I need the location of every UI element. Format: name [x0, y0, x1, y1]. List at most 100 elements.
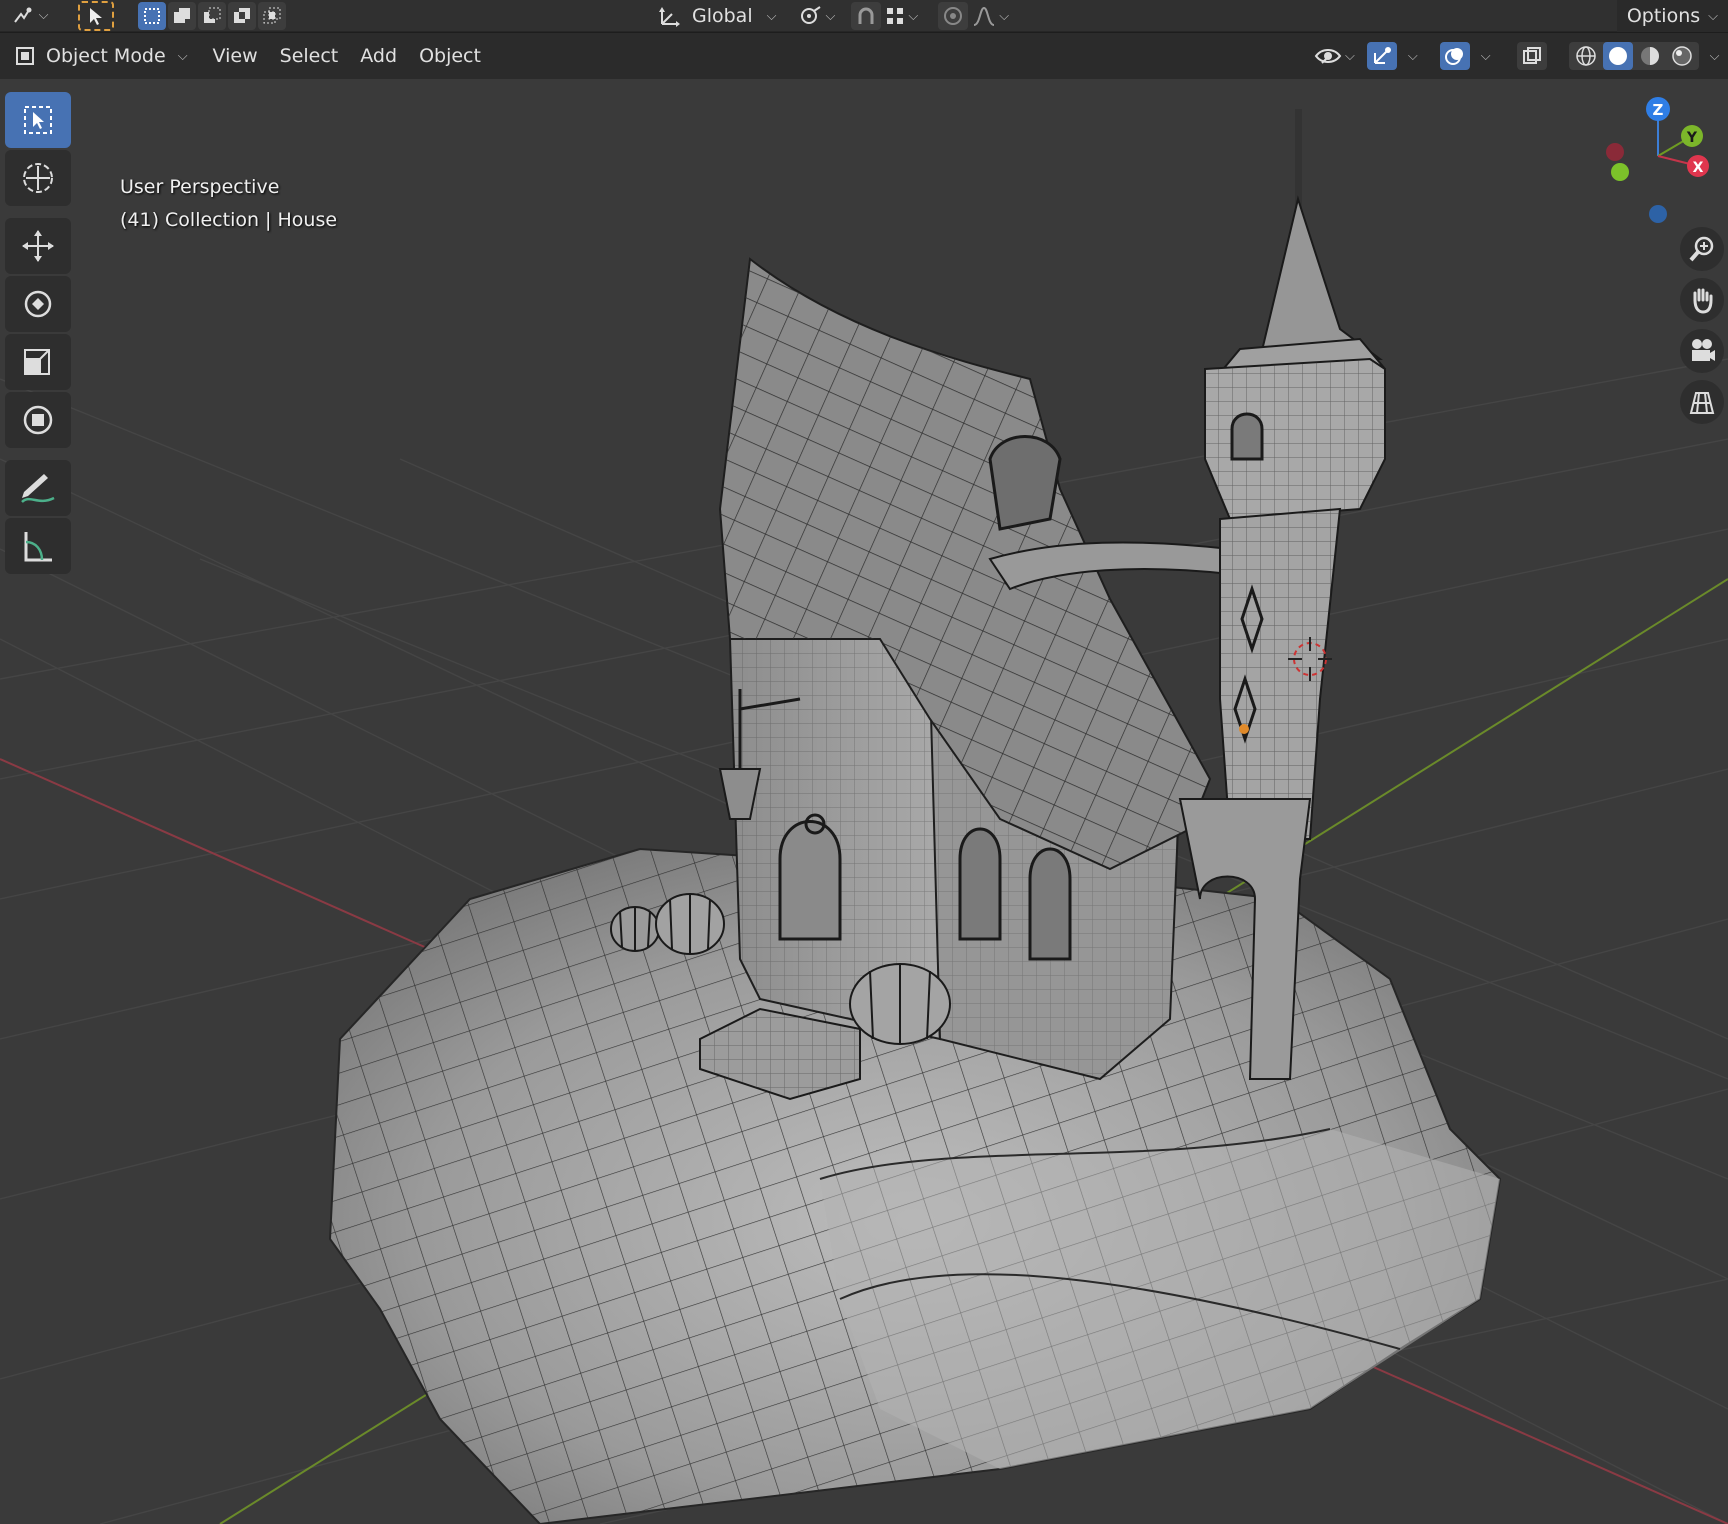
chevron-down-icon[interactable]: ⌵: [1710, 49, 1720, 64]
rotate-icon: [24, 290, 52, 318]
visibility-dropdown[interactable]: ⌵: [1310, 42, 1359, 70]
mode-new-button[interactable]: [138, 1, 166, 30]
solid-shading-icon: [1608, 47, 1627, 65]
falloff-dropdown[interactable]: ⌵: [968, 2, 1013, 30]
chevron-down-icon: ⌵: [1708, 8, 1718, 24]
menu-object[interactable]: Object: [408, 39, 492, 73]
rotate-tool[interactable]: [5, 276, 71, 332]
navigation-gizmo[interactable]: Z Y X: [1600, 92, 1728, 232]
zoom-button[interactable]: [1680, 227, 1724, 271]
blender-window: ⌵ Global ⌵ ⌵ ⌵ ⌵ Options ⌵ Object Mode ⌵…: [0, 0, 1728, 1524]
snap-icon: [858, 7, 874, 24]
snap-element-dropdown[interactable]: ⌵: [881, 2, 922, 30]
viewport-info: User Perspective (41) Collection | House: [120, 171, 337, 237]
proportional-edit-icon: [944, 7, 963, 25]
visibility-icon: [1314, 49, 1342, 64]
snap-increment-icon: [887, 8, 904, 24]
cursor-tool[interactable]: [5, 150, 71, 206]
perspective-label: User Perspective: [120, 176, 280, 198]
camera-view-button[interactable]: [1680, 329, 1724, 373]
selection-mode-group: [138, 1, 286, 30]
3d-viewport[interactable]: User Perspective (41) Collection | House: [0, 79, 1728, 1524]
transform-tool[interactable]: [5, 392, 71, 448]
gizmo-toggle[interactable]: [1366, 42, 1397, 70]
chevron-down-icon: ⌵: [766, 8, 777, 24]
annotate-icon: [21, 474, 55, 503]
transform-icon: [23, 405, 53, 435]
gizmo-x-label: X: [1693, 160, 1704, 176]
zoom-icon: [1689, 236, 1714, 262]
gizmo-neg-z-axis[interactable]: [1649, 205, 1667, 223]
material-shading-button[interactable]: [1635, 42, 1665, 70]
scene-canvas: [0, 109, 1728, 1524]
measure-icon: [24, 532, 52, 562]
solid-shading-button[interactable]: [1602, 42, 1633, 70]
ortho-grid-icon: [1689, 392, 1715, 414]
material-shading-icon: [1640, 47, 1659, 65]
mode-dropdown[interactable]: Object Mode ⌵: [8, 42, 194, 70]
mode-new-icon: [144, 7, 160, 24]
mode-extend-button[interactable]: [168, 1, 196, 30]
camera-icon: [1692, 339, 1715, 361]
menu-select[interactable]: Select: [269, 39, 350, 73]
wireframe-shading-icon: [1575, 46, 1596, 66]
scale-tool[interactable]: [5, 334, 71, 390]
measure-tool[interactable]: [5, 518, 71, 574]
gizmo-z-label: Z: [1653, 101, 1664, 119]
pan-button[interactable]: [1680, 278, 1724, 322]
mode-subtract-button[interactable]: [198, 1, 226, 30]
annotate-tool[interactable]: [5, 460, 71, 516]
gizmo-neg-x-axis[interactable]: [1606, 143, 1624, 161]
menu-add[interactable]: Add: [349, 39, 408, 73]
collection-label: (41) Collection | House: [120, 209, 338, 231]
proportional-edit-toggle[interactable]: [938, 2, 969, 30]
chevron-down-icon: ⌵: [177, 48, 188, 64]
mode-difference-button[interactable]: [228, 1, 256, 30]
ortho-toggle-button[interactable]: [1680, 380, 1724, 424]
mode-intersect-icon: [263, 7, 281, 23]
options-dropdown-label[interactable]: Options: [1627, 5, 1700, 27]
overlay-icon: [1444, 48, 1463, 65]
chevron-down-icon: ⌵: [38, 8, 49, 23]
rendered-shading-button[interactable]: [1667, 42, 1697, 70]
gizmo-neg-y-axis[interactable]: [1611, 163, 1629, 181]
pivot-point-icon: [801, 6, 822, 24]
mode-extend-icon: [174, 7, 190, 23]
select-box-tool[interactable]: [5, 92, 71, 148]
viewport-header: Object Mode ⌵ View Select Add Object ⌵ ⌵…: [0, 33, 1728, 79]
mode-label: Object Mode: [46, 45, 166, 67]
xray-icon: [1522, 47, 1541, 64]
transform-orientation-dropdown[interactable]: Global ⌵: [652, 2, 782, 30]
scale-icon: [24, 349, 50, 375]
transform-orientation-label: Global: [692, 5, 753, 27]
transform-orientation-icon: [659, 7, 680, 27]
mode-subtract-icon: [204, 7, 221, 23]
tool-shelf: [5, 92, 73, 576]
overlay-toggle[interactable]: [1439, 42, 1470, 70]
chevron-down-icon: ⌵: [825, 8, 836, 24]
tool-settings-bar: ⌵ Global ⌵ ⌵ ⌵ ⌵ Options ⌵: [0, 0, 1728, 32]
cursor-icon: [23, 163, 53, 193]
chevron-down-icon: ⌵: [999, 8, 1010, 24]
move-icon: [22, 230, 54, 262]
gizmo-y-label: Y: [1686, 130, 1698, 146]
snap-toggle[interactable]: [851, 2, 882, 30]
mode-difference-icon: [234, 7, 250, 23]
editor-type-icon: [13, 7, 32, 23]
xray-toggle[interactable]: [1516, 42, 1547, 70]
editor-type-button[interactable]: ⌵: [6, 2, 54, 30]
menu-view[interactable]: View: [202, 39, 269, 73]
chevron-down-icon: ⌵: [908, 8, 919, 24]
pivot-point-dropdown[interactable]: ⌵: [794, 2, 839, 30]
wireframe-shading-button[interactable]: [1571, 42, 1601, 70]
select-tool-button[interactable]: [78, 0, 114, 31]
chevron-down-icon: ⌵: [1345, 48, 1355, 64]
mode-intersect-button[interactable]: [258, 1, 286, 30]
pan-hand-icon: [1693, 288, 1713, 314]
chevron-down-icon[interactable]: ⌵: [1481, 49, 1491, 64]
falloff-icon: [973, 6, 995, 26]
rendered-shading-icon: [1671, 46, 1692, 66]
chevron-down-icon[interactable]: ⌵: [1408, 49, 1418, 64]
object-mode-icon: [16, 47, 34, 65]
move-tool[interactable]: [5, 218, 71, 274]
